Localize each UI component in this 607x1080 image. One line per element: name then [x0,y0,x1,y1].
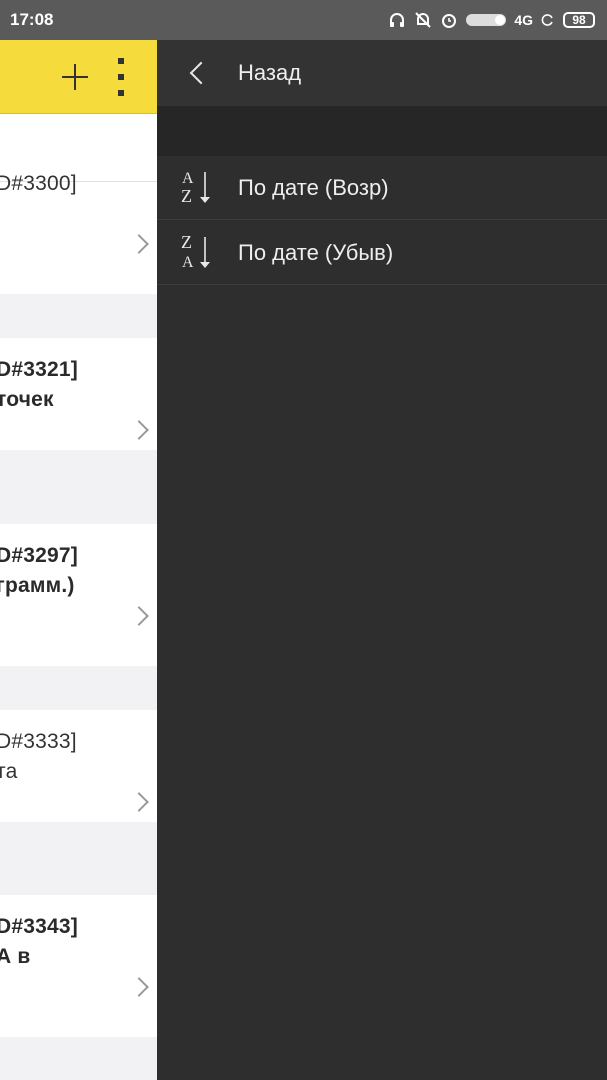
chevron-right-icon [132,792,144,812]
back-button[interactable]: Назад [238,60,301,86]
plus-icon[interactable] [60,62,90,92]
list-item-line: точек [0,388,54,411]
sync-icon [541,14,553,26]
alarm-icon [442,14,457,28]
more-vert-icon[interactable] [116,58,126,96]
sort-letter-top: A [182,170,194,187]
sort-ascending-icon: A Z [181,170,210,206]
drawer-header: Назад [157,40,607,106]
status-time: 17:08 [10,10,54,29]
chevron-right-icon [132,606,144,626]
list-item-line: грамм.) [0,574,75,597]
back-chevron-icon[interactable] [187,60,207,86]
chevron-right-icon [132,234,144,254]
sort-letter-top: Z [181,233,192,252]
status-bar: 17:08 4G 98 [0,0,607,40]
list-item-line: D#3343] [0,915,78,938]
sort-option-label: По дате (Возр) [238,175,389,200]
network-type: 4G [514,12,533,28]
sort-descending-icon: Z A [181,233,210,271]
list-item-line: D#3300] [0,172,77,195]
sort-option-label: По дате (Убыв) [238,240,394,265]
status-icons: 4G 98 [388,11,595,29]
list-item[interactable]: D#3321] точек [0,338,157,450]
list-item[interactable]: D#3297] грамм.) [0,524,157,666]
sort-option-date-descending[interactable]: Z A По дате (Убыв) [157,221,607,285]
sort-letter-bottom: Z [181,186,192,206]
list-item[interactable]: D#3333] та [0,710,157,822]
drawer-divider-band [157,106,607,156]
list-item-line: А в [0,945,31,968]
list-item-line: та [0,760,18,783]
list-item-line: D#3333] [0,730,77,753]
headphones-icon [390,13,405,27]
chevron-right-icon [132,977,144,997]
list-item-line: D#3297] [0,544,78,567]
list-item-line: D#3321] [0,358,78,381]
sort-drawer: Назад A Z По дате (Возр) Z A По дате (Уб… [157,40,607,1080]
list-item[interactable]: D#3300] [0,172,157,294]
sort-letter-bottom: A [182,254,194,271]
battery-icon: 98 [563,12,595,28]
list-toolbar [0,40,157,114]
toggle-icon [466,14,507,26]
muted-bell-icon [415,12,432,28]
list-panel: D#3300] D#3321] точек D#3297] грамм.) D#… [0,40,157,1080]
sort-option-date-ascending[interactable]: A Z По дате (Возр) [157,156,607,220]
chevron-right-icon [132,420,144,440]
list-item[interactable]: D#3343] А в [0,895,157,1037]
